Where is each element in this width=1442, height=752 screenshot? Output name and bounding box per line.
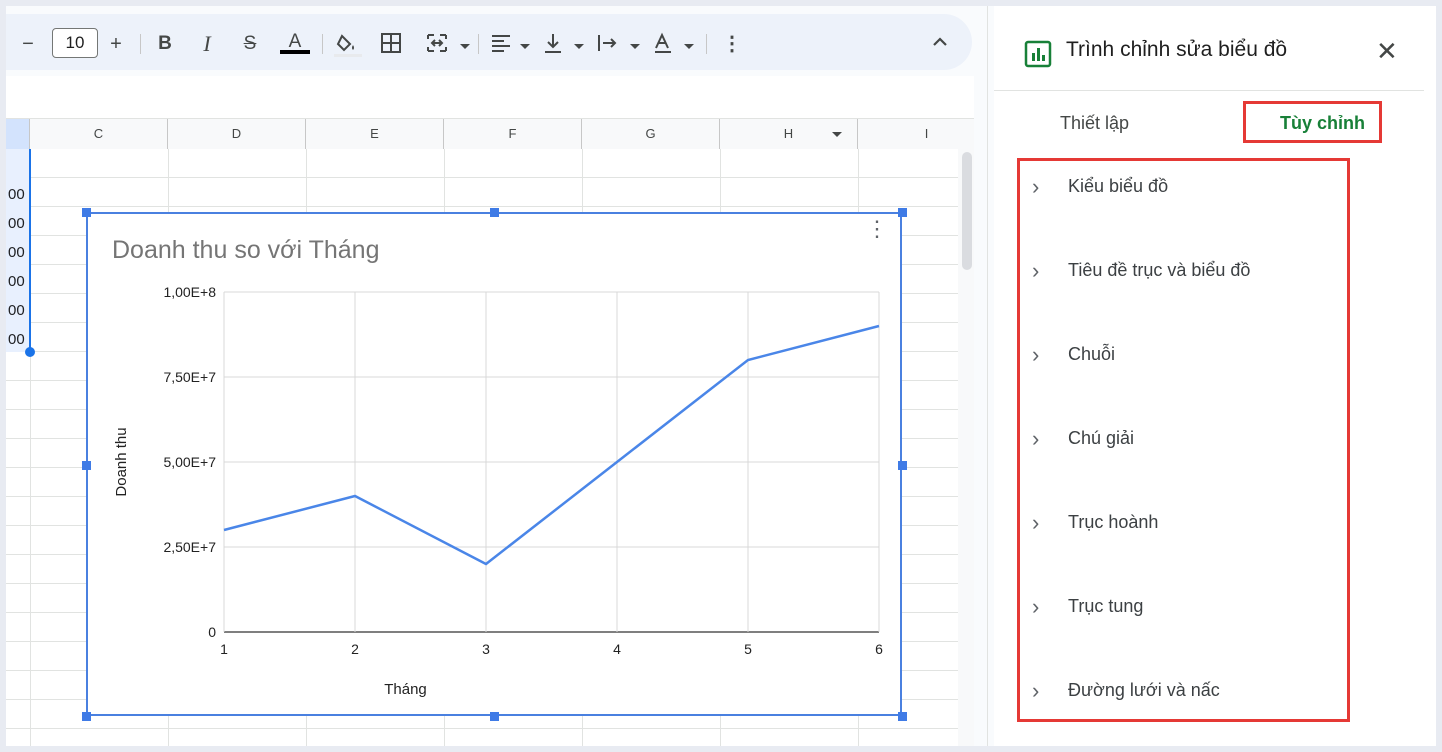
toolbar-separator [706, 34, 707, 54]
y-tick-label: 1,00E+8 [163, 284, 216, 300]
italic-button[interactable]: I [196, 32, 218, 56]
cell-value[interactable]: 00 [8, 302, 25, 319]
toolbar-separator [140, 34, 141, 54]
chart-object[interactable]: Doanh thu so với Tháng ⋮ 0 2,50E+7 5,00E+7… [86, 212, 902, 716]
align-left-icon [492, 35, 510, 52]
formula-bar[interactable] [6, 76, 974, 119]
align-dropdown-caret[interactable] [520, 44, 530, 49]
merge-cells-icon [427, 34, 447, 52]
toolbar: − 10 + B I S A ⋮ [6, 14, 972, 70]
text-rotation-icon [655, 32, 671, 53]
merge-dropdown-caret[interactable] [460, 44, 470, 49]
scrollbar-thumb[interactable] [962, 152, 972, 270]
cell-value[interactable]: 00 [8, 331, 25, 348]
resize-handle-bottom[interactable] [490, 712, 499, 721]
line-chart: 0 2,50E+7 5,00E+7 7,50E+7 1,00E+8 1 2 3 4 5 6 Tháng… [113, 284, 883, 698]
chart-icon [1024, 40, 1052, 68]
column-header-e[interactable]: E [306, 119, 444, 149]
paint-bucket-icon [334, 34, 362, 57]
panel-title: Trình chỉnh sửa biểu đồ [1066, 38, 1288, 61]
bold-button[interactable]: B [154, 32, 176, 56]
y-tick-label: 0 [208, 624, 216, 640]
cell-value[interactable]: 00 [8, 244, 25, 261]
x-axis-title: Tháng [384, 681, 427, 698]
text-wrap-button[interactable] [596, 32, 620, 56]
resize-handle-bottom-right[interactable] [898, 712, 907, 721]
highlight-box-sections [1017, 158, 1350, 722]
resize-handle-right[interactable] [898, 461, 907, 470]
screen-frame: − 10 + B I S A ⋮ C D E F G H I 00 00 00 … [6, 6, 1436, 746]
fill-color-button[interactable] [334, 32, 364, 57]
resize-handle-bottom-left[interactable] [82, 712, 91, 721]
vertical-align-dropdown-caret[interactable] [574, 44, 584, 49]
text-rotation-button[interactable] [652, 32, 676, 56]
vertical-align-button[interactable] [542, 32, 566, 56]
decrease-font-size-button[interactable]: − [18, 32, 38, 56]
close-icon[interactable]: ✕ [1376, 36, 1398, 67]
toolbar-separator [322, 34, 323, 54]
y-tick-label: 5,00E+7 [163, 454, 216, 470]
x-tick-label: 1 [220, 641, 228, 657]
merge-cells-button[interactable] [426, 32, 450, 56]
y-tick-label: 2,50E+7 [163, 539, 216, 555]
x-tick-label: 4 [613, 641, 621, 657]
increase-font-size-button[interactable]: + [106, 32, 126, 56]
toolbar-separator [478, 34, 479, 54]
x-tick-label: 6 [875, 641, 883, 657]
align-bottom-icon [545, 34, 561, 53]
borders-icon [381, 33, 401, 53]
resize-handle-top[interactable] [490, 208, 499, 217]
column-header-c[interactable]: C [30, 119, 168, 149]
font-size-input[interactable]: 10 [52, 28, 98, 58]
strikethrough-button[interactable]: S [239, 32, 261, 56]
resize-handle-top-right[interactable] [898, 208, 907, 217]
more-options-button[interactable]: ⋮ [722, 32, 742, 56]
collapse-toolbar-button[interactable] [930, 32, 954, 56]
cell-value[interactable]: 00 [8, 215, 25, 232]
horizontal-align-button[interactable] [490, 32, 514, 56]
chevron-up-icon [933, 37, 947, 46]
tab-setup[interactable]: Thiết lập [1060, 113, 1129, 134]
wrap-dropdown-caret[interactable] [630, 44, 640, 49]
y-tick-label: 7,50E+7 [163, 369, 216, 385]
highlight-box-tab [1243, 101, 1382, 143]
column-header-i[interactable]: I [858, 119, 996, 149]
cell-value[interactable]: 00 [8, 186, 25, 203]
x-tick-label: 2 [351, 641, 359, 657]
resize-handle-left[interactable] [82, 461, 91, 470]
fill-handle[interactable] [25, 347, 35, 357]
column-header-row: C D E F G H I [6, 119, 996, 150]
panel-divider [987, 6, 988, 746]
column-header-g[interactable]: G [582, 119, 720, 149]
text-color-button[interactable]: A [280, 32, 310, 54]
x-tick-label: 5 [744, 641, 752, 657]
resize-handle-top-left[interactable] [82, 208, 91, 217]
text-wrap-icon [598, 35, 617, 51]
x-tick-label: 3 [482, 641, 490, 657]
series-line [223, 324, 880, 566]
column-header-f[interactable]: F [444, 119, 582, 149]
y-axis-title: Doanh thu [113, 427, 130, 496]
cell-value[interactable]: 00 [8, 273, 25, 290]
column-header-d[interactable]: D [168, 119, 306, 149]
borders-button[interactable] [380, 32, 404, 56]
rotation-dropdown-caret[interactable] [684, 44, 694, 49]
column-header-b[interactable] [6, 119, 30, 149]
column-h-dropdown-caret[interactable] [832, 132, 842, 137]
